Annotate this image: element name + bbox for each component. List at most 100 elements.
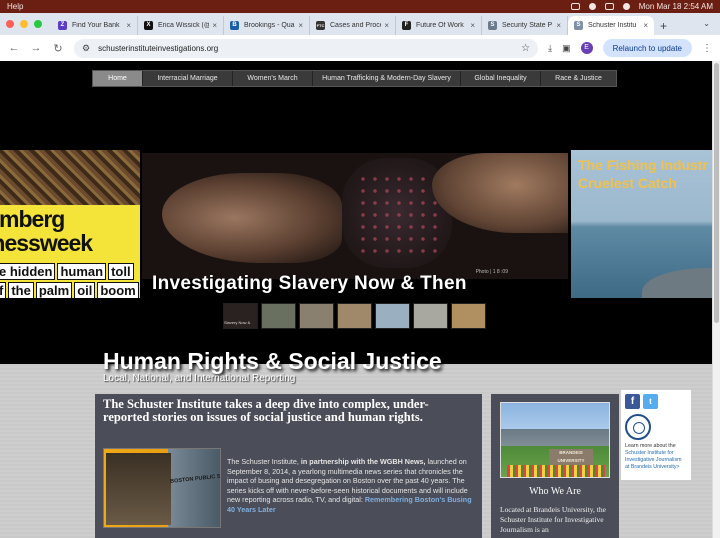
article-bold-2: WGBH News, xyxy=(380,457,426,466)
slide-bloomberg-palm-oil[interactable]: omberg inessweek e hidden human toll f t… xyxy=(0,150,140,298)
learn-more-link[interactable]: Schuster Institute for Investigative Jou… xyxy=(625,450,682,470)
tab-close-icon[interactable]: × xyxy=(298,21,303,30)
slide-right-title-line1: The Fishing Industr xyxy=(578,157,708,173)
twitter-icon[interactable]: t xyxy=(643,394,658,409)
tab-title: Brookings - Qua xyxy=(244,22,295,29)
page-scrollbar[interactable] xyxy=(712,61,720,538)
browser-tab[interactable]: X Erica Wissick (@ × xyxy=(138,16,224,35)
slide-photo xyxy=(162,173,342,263)
tab-title: Future Of Work xyxy=(416,22,464,29)
slider-thumbnail[interactable]: Slavery Now & xyxy=(223,303,258,329)
reload-icon[interactable]: ↻ xyxy=(52,42,64,55)
tab-favicon-icon: B xyxy=(230,21,239,30)
window-controls xyxy=(6,13,42,35)
slider-thumbnail[interactable] xyxy=(337,303,372,329)
slider-thumbnail[interactable] xyxy=(375,303,410,329)
back-arrow-icon[interactable]: ← xyxy=(8,42,20,54)
page-subtitle: Local, National, and International Repor… xyxy=(103,373,296,384)
download-icon[interactable]: ⤓ xyxy=(548,43,552,54)
tab-close-icon[interactable]: × xyxy=(643,21,648,30)
browser-tab[interactable]: S Security State P × xyxy=(482,16,568,35)
slider-thumbnail[interactable] xyxy=(299,303,334,329)
menu-bar-clock[interactable]: Mon Mar 18 2:54 AM xyxy=(639,2,713,11)
side-panel-icon[interactable]: ▣ xyxy=(562,43,571,54)
browser-menu-icon[interactable]: ⋮ xyxy=(702,43,712,54)
businessweek-text: inessweek xyxy=(0,230,93,256)
slider-thumbnail[interactable] xyxy=(413,303,448,329)
control-center-icon[interactable] xyxy=(604,3,614,10)
bloomberg-text: omberg xyxy=(0,206,65,232)
slide-fishing-industry[interactable]: The Fishing Industr Cruelest Catch xyxy=(571,150,712,298)
slide-investigating-slavery[interactable]: Photo | 1 8 :09 xyxy=(142,153,568,279)
headline-word: the xyxy=(8,282,34,298)
headline-word: f xyxy=(0,282,7,298)
tab-close-icon[interactable]: × xyxy=(126,21,131,30)
site-navigation: Home Interracial Marriage Women's March … xyxy=(92,70,617,87)
tab-close-icon[interactable]: × xyxy=(384,21,389,30)
nav-home[interactable]: Home xyxy=(93,71,143,86)
slider-thumbnail[interactable] xyxy=(451,303,486,329)
tab-favicon-icon: FTC xyxy=(316,21,325,30)
facebook-icon[interactable]: f xyxy=(625,394,640,409)
tab-close-icon[interactable]: × xyxy=(470,21,475,30)
url-text[interactable]: schusterinstituteinvestigations.org xyxy=(98,44,218,53)
slide-title[interactable]: Investigating Slavery Now & Then xyxy=(152,273,467,295)
tab-title: Schuster Institu xyxy=(588,22,637,29)
browser-tab[interactable]: FTC Cases and Proce × xyxy=(310,16,396,35)
tab-search-chevron-icon[interactable]: ⌄ xyxy=(703,19,710,28)
siri-icon[interactable] xyxy=(622,3,630,10)
forward-arrow-icon[interactable]: → xyxy=(30,42,42,54)
social-icons: f t xyxy=(625,394,687,409)
nav-global-inequality[interactable]: Global Inequality xyxy=(461,71,541,86)
search-icon[interactable] xyxy=(588,3,596,10)
tab-favicon-icon: S xyxy=(488,21,497,30)
who-we-are-panel: BRANDEIS UNIVERSITY Who We Are Located a… xyxy=(491,394,619,538)
tab-title: Cases and Proce xyxy=(330,22,382,29)
headline-word: human xyxy=(57,263,107,280)
dress-pattern xyxy=(357,173,437,253)
flower-bed xyxy=(507,465,605,477)
zoom-window-button[interactable] xyxy=(34,20,42,28)
tab-title: Security State P xyxy=(502,22,553,29)
tab-title: Find Your Bank xyxy=(72,22,120,29)
browser-toolbar: ← → ↻ ⚙ schusterinstituteinvestigations.… xyxy=(0,35,720,61)
minimize-window-button[interactable] xyxy=(20,20,28,28)
relaunch-to-update-button[interactable]: Relaunch to update xyxy=(602,39,692,57)
tab-close-icon[interactable]: × xyxy=(556,21,561,30)
tab-favicon-icon: X xyxy=(144,21,153,30)
web-page: Home Interracial Marriage Women's March … xyxy=(0,61,712,538)
browser-tab[interactable]: F Future Of Work × xyxy=(396,16,482,35)
help-menu[interactable]: Help xyxy=(7,2,23,11)
browser-tab-active[interactable]: S Schuster Institu × xyxy=(568,16,654,35)
site-info-icon[interactable]: ⚙ xyxy=(82,43,90,54)
headline-row-2: f the palm oil boom xyxy=(0,282,139,298)
nav-human-trafficking[interactable]: Human Trafficking & Modern-Day Slavery xyxy=(313,71,461,86)
tab-title: Erica Wissick (@ xyxy=(158,22,210,29)
nav-interracial-marriage[interactable]: Interracial Marriage xyxy=(143,71,233,86)
nav-womens-march[interactable]: Women's March xyxy=(233,71,313,86)
scrollbar-thumb[interactable] xyxy=(714,63,719,323)
slider-thumbnail[interactable] xyxy=(261,303,296,329)
tab-close-icon[interactable]: × xyxy=(212,21,217,30)
macos-menu-bar: Help Mon Mar 18 2:54 AM xyxy=(0,0,720,13)
slide-photo-arm xyxy=(432,153,568,233)
tab-favicon-icon: Z xyxy=(58,21,67,30)
tab-favicon-icon: S xyxy=(574,21,583,30)
article-bold-1: in partnership with the xyxy=(300,457,378,466)
address-bar[interactable]: ⚙ schusterinstituteinvestigations.org ☆ xyxy=(74,38,539,58)
new-tab-button[interactable]: + xyxy=(660,16,667,35)
nav-race-justice[interactable]: Race & Justice xyxy=(541,71,616,86)
busing-photo[interactable]: BOSTON PUBLIC SCHOOLS xyxy=(103,448,221,528)
browser-tab[interactable]: B Brookings - Qua × xyxy=(224,16,310,35)
headline-word: boom xyxy=(97,282,139,298)
brandeis-campus-photo: BRANDEIS UNIVERSITY xyxy=(500,402,610,478)
wifi-icon[interactable] xyxy=(570,3,580,10)
profile-avatar[interactable]: E xyxy=(580,42,593,54)
bookmark-star-icon[interactable]: ☆ xyxy=(521,43,530,54)
browser-tab[interactable]: Z Find Your Bank × xyxy=(52,16,138,35)
close-window-button[interactable] xyxy=(6,20,14,28)
intro-panel: The Schuster Institute takes a deep dive… xyxy=(95,394,482,538)
headline-word: palm xyxy=(35,282,73,298)
students-photo xyxy=(106,453,171,525)
brandeis-seal-icon[interactable] xyxy=(625,414,651,440)
